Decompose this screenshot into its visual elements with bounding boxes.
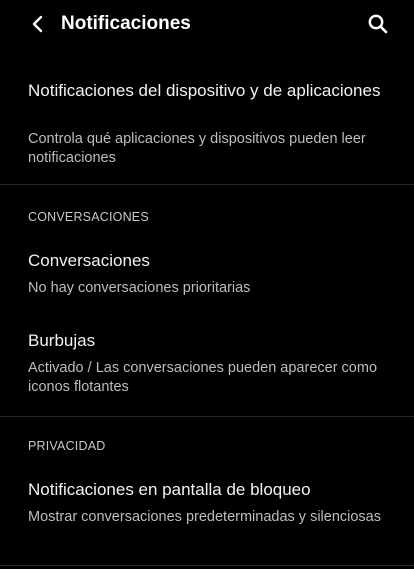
list-item-title: Conversaciones bbox=[28, 251, 150, 270]
search-icon bbox=[368, 14, 388, 34]
list-item-title: Burbujas bbox=[28, 331, 96, 350]
list-item-summary: Controla qué aplicaciones y dispositivos… bbox=[28, 131, 366, 166]
divider bbox=[0, 184, 414, 185]
search-button[interactable] bbox=[362, 8, 394, 40]
divider bbox=[0, 565, 414, 566]
list-item-summary: Mostrar conversaciones predeterminadas y… bbox=[28, 509, 381, 525]
list-item-lock-screen-notifications[interactable]: Notificaciones en pantalla de bloqueo Mo… bbox=[0, 471, 414, 555]
chevron-left-icon bbox=[32, 15, 43, 33]
list-item-title: Notificaciones en pantalla de bloqueo bbox=[28, 480, 311, 499]
back-button[interactable] bbox=[22, 8, 54, 40]
section-header-privacy: PRIVACIDAD bbox=[28, 439, 106, 453]
list-item-summary: Activado / Las conversaciones pueden apa… bbox=[28, 360, 378, 395]
list-item-conversations[interactable]: Conversaciones No hay conversaciones pri… bbox=[0, 242, 414, 306]
app-bar: Notificaciones bbox=[0, 0, 414, 48]
list-item-title: Notificaciones del dispositivo y de apli… bbox=[28, 81, 381, 100]
list-item-bubbles[interactable]: Burbujas Activado / Las conversaciones p… bbox=[0, 322, 414, 402]
page-title: Notificaciones bbox=[61, 13, 191, 34]
list-item-summary: No hay conversaciones prioritarias bbox=[28, 280, 251, 296]
section-header-conversations: CONVERSACIONES bbox=[28, 210, 149, 224]
list-item-device-app-notifications[interactable]: Notificaciones del dispositivo y de apli… bbox=[0, 70, 414, 182]
divider bbox=[0, 416, 414, 417]
